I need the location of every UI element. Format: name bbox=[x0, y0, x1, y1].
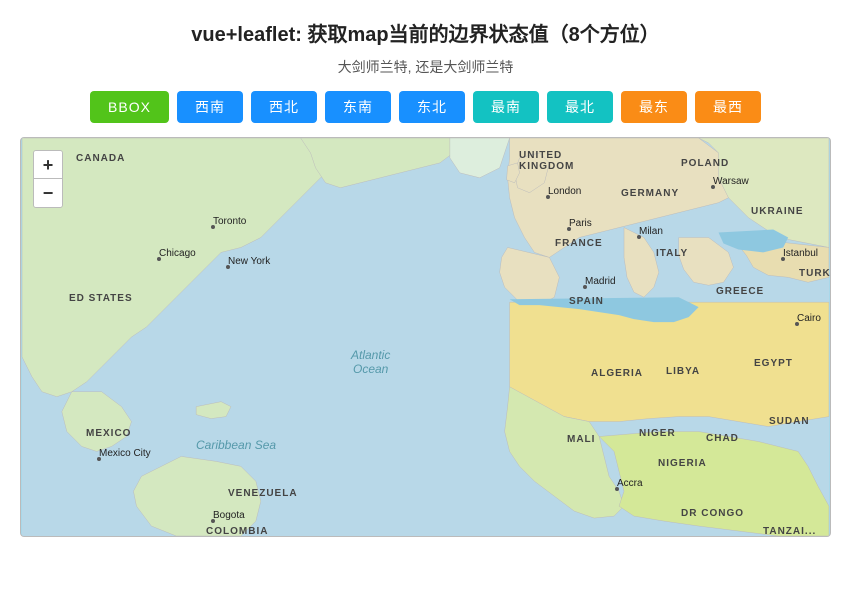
btn-东北[interactable]: 东北 bbox=[399, 91, 465, 123]
page-wrapper: vue+leaflet: 获取map当前的边界状态值（8个方位） 大剑师兰特, … bbox=[0, 0, 851, 547]
button-row: BBOX西南西北东南东北最南最北最东最西 bbox=[90, 91, 761, 123]
zoom-in-button[interactable]: + bbox=[34, 151, 62, 179]
zoom-out-button[interactable]: − bbox=[34, 179, 62, 207]
map-svg bbox=[21, 138, 830, 536]
btn-最东[interactable]: 最东 bbox=[621, 91, 687, 123]
page-title: vue+leaflet: 获取map当前的边界状态值（8个方位） bbox=[191, 18, 659, 47]
btn-最北[interactable]: 最北 bbox=[547, 91, 613, 123]
zoom-controls: + − bbox=[33, 150, 63, 208]
btn-西北[interactable]: 西北 bbox=[251, 91, 317, 123]
subtitle: 大剑师兰特, 还是大剑师兰特 bbox=[338, 57, 514, 77]
btn-东南[interactable]: 东南 bbox=[325, 91, 391, 123]
btn-最南[interactable]: 最南 bbox=[473, 91, 539, 123]
btn-BBOX[interactable]: BBOX bbox=[90, 91, 169, 123]
btn-最西[interactable]: 最西 bbox=[695, 91, 761, 123]
btn-西南[interactable]: 西南 bbox=[177, 91, 243, 123]
map-container: CANADAUNITED KINGDOMPOLANDGERMANYWarsawL… bbox=[20, 137, 831, 537]
